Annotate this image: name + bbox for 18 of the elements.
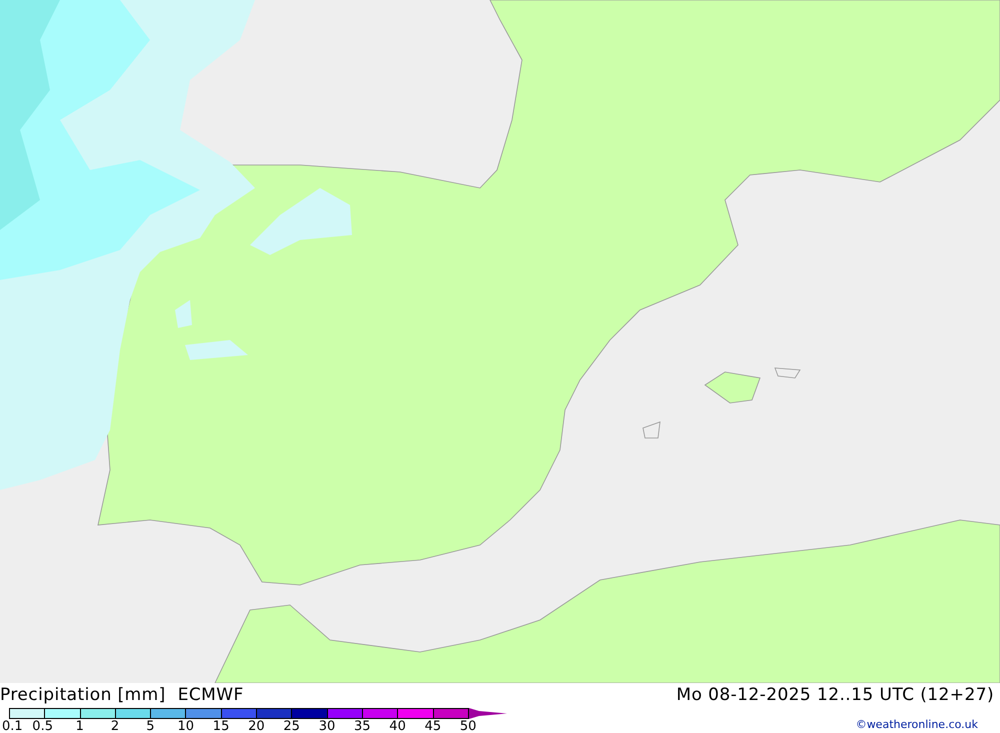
credit-text: ©weatheronline.co.uk bbox=[856, 719, 978, 731]
legend-label: 20 bbox=[248, 720, 265, 733]
legend-label: 40 bbox=[389, 720, 406, 733]
legend-label: 25 bbox=[283, 720, 300, 733]
legend-label: 0.1 bbox=[2, 720, 23, 733]
legend-label: 45 bbox=[424, 720, 442, 733]
model-name: ECMWF bbox=[178, 684, 244, 707]
legend-label: 35 bbox=[354, 720, 371, 733]
legend-label: 1 bbox=[76, 720, 84, 733]
legend-label: 15 bbox=[212, 720, 230, 733]
legend-title: Precipitation [mm] bbox=[0, 684, 166, 707]
legend-label: 30 bbox=[318, 720, 336, 733]
legend-label: 2 bbox=[110, 720, 120, 733]
legend-label: 10 bbox=[178, 720, 194, 733]
legend-label: 50 bbox=[460, 720, 476, 733]
legend-label: 5 bbox=[146, 720, 154, 733]
valid-time: Mo 08-12-2025 12..15 UTC (12+27) bbox=[676, 684, 994, 707]
legend-label: 0.5 bbox=[32, 720, 53, 733]
